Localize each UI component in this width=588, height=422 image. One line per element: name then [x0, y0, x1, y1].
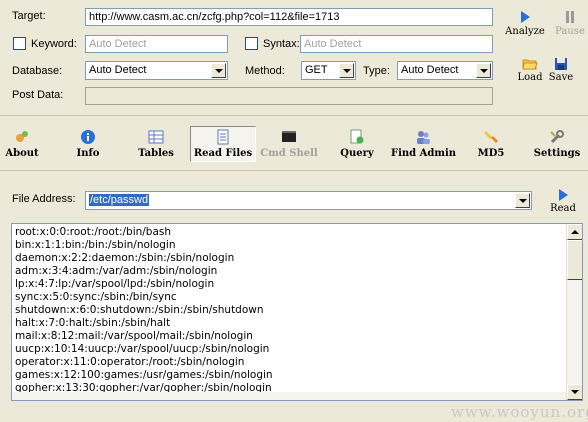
chevron-down-icon[interactable]	[476, 63, 491, 78]
watermark-text: www.wooyun.org	[451, 403, 588, 421]
play-icon	[559, 189, 568, 201]
tab-read-files[interactable]: Read Files	[190, 126, 256, 162]
chevron-down-icon[interactable]	[211, 63, 226, 78]
tab-about[interactable]: About	[2, 129, 42, 159]
toolbar-bottom-divider	[0, 170, 588, 171]
method-label: Method:	[245, 65, 285, 77]
output-line: games:x:12:100:games:/usr/games:/sbin/no…	[15, 369, 273, 381]
output-line: shutdown:x:6:0:shutdown:/sbin:/sbin/shut…	[15, 304, 264, 316]
file-content-lines: root:x:0:0:root:/root:/bin/bash bin:x:1:1…	[12, 224, 582, 400]
post-data-input[interactable]	[85, 87, 493, 105]
target-url-input[interactable]: http://www.casm.ac.cn/zcfg.php?col=112&f…	[85, 8, 493, 26]
file-address-select[interactable]: /etc/passwd	[85, 191, 532, 210]
database-select[interactable]: Auto Detect	[85, 61, 228, 80]
pause-label: Pause	[555, 26, 585, 37]
output-line: lp:x:4:7:lp:/var/spool/lpd:/sbin/nologin	[15, 278, 215, 290]
tab-tables[interactable]: Tables	[134, 129, 178, 159]
tab-settings-label: Settings	[533, 148, 581, 159]
load-label: Load	[517, 72, 543, 83]
save-button[interactable]: Save	[546, 57, 576, 83]
horizontal-scrollbar[interactable]	[12, 392, 566, 400]
tables-icon	[148, 129, 164, 145]
pause-button[interactable]: Pause	[552, 8, 588, 37]
folder-open-icon	[522, 59, 538, 70]
tab-cmd-shell[interactable]: Cmd Shell	[259, 129, 319, 159]
scroll-thumb[interactable]	[567, 240, 582, 280]
tab-info[interactable]: Info	[70, 129, 106, 159]
cmd-shell-icon	[281, 129, 297, 145]
file-address-label: File Address:	[12, 193, 76, 205]
chevron-down-icon[interactable]	[339, 63, 354, 78]
query-icon	[349, 129, 365, 145]
tab-read-files-label: Read Files	[193, 148, 253, 159]
scroll-up-button[interactable]	[567, 224, 582, 240]
analyze-label: Analyze	[505, 26, 545, 37]
tab-find-admin[interactable]: Find Admin	[391, 129, 457, 159]
method-select[interactable]: GET	[301, 61, 356, 80]
syntax-label: Syntax:	[263, 38, 300, 50]
tab-query-label: Query	[340, 148, 374, 159]
database-select-value: Auto Detect	[89, 64, 147, 76]
about-icon	[14, 129, 30, 145]
md5-icon	[483, 129, 499, 145]
output-line: sync:x:5:0:sync:/sbin:/bin/sync	[15, 291, 177, 303]
target-label: Target:	[12, 10, 46, 22]
tab-settings[interactable]: Settings	[530, 129, 584, 159]
keyword-checkbox[interactable]	[13, 37, 26, 50]
type-label: Type:	[363, 65, 390, 77]
output-line: operator:x:11:0:operator:/root:/sbin/nol…	[15, 356, 245, 368]
type-select-value: Auto Detect	[401, 64, 459, 76]
analyze-button[interactable]: Analyze	[503, 8, 547, 37]
file-address-value: /etc/passwd	[89, 194, 150, 206]
floppy-disk-icon	[555, 58, 567, 70]
scroll-down-button[interactable]	[567, 384, 582, 400]
find-admin-icon	[415, 129, 431, 145]
output-line: adm:x:3:4:adm:/var/adm:/sbin/nologin	[15, 265, 218, 277]
output-line: halt:x:7:0:halt:/sbin:/sbin/halt	[15, 317, 171, 329]
keyword-label: Keyword:	[31, 38, 77, 50]
chevron-down-icon[interactable]	[515, 193, 530, 208]
tab-info-label: Info	[76, 148, 100, 159]
play-icon	[521, 11, 530, 23]
tab-md5-label: MD5	[477, 148, 505, 159]
output-line: daemon:x:2:2:daemon:/sbin:/sbin/nologin	[15, 252, 235, 264]
pause-icon	[566, 11, 574, 23]
tab-cmd-shell-label: Cmd Shell	[260, 148, 318, 159]
read-button[interactable]: Read	[548, 188, 578, 214]
output-line: bin:x:1:1:bin:/bin:/sbin/nologin	[15, 239, 176, 251]
tab-find-admin-label: Find Admin	[391, 148, 457, 159]
output-line: mail:x:8:12:mail:/var/spool/mail:/sbin/n…	[15, 330, 253, 342]
tab-tables-label: Tables	[138, 148, 174, 159]
tab-about-label: About	[5, 148, 39, 159]
toolbar-top-divider	[0, 115, 588, 116]
database-label: Database:	[12, 65, 63, 77]
method-select-value: GET	[305, 64, 328, 76]
syntax-checkbox[interactable]	[245, 37, 258, 50]
type-select[interactable]: Auto Detect	[397, 61, 493, 80]
load-button[interactable]: Load	[514, 57, 546, 83]
file-content-output[interactable]: root:x:0:0:root:/root:/bin/bash bin:x:1:1…	[11, 223, 583, 401]
vertical-scrollbar[interactable]	[566, 224, 582, 400]
tab-query[interactable]: Query	[338, 129, 376, 159]
save-label: Save	[548, 72, 574, 83]
syntax-input[interactable]: Auto Detect	[300, 35, 493, 53]
output-line: root:x:0:0:root:/root:/bin/bash	[15, 226, 172, 238]
info-icon	[80, 129, 96, 145]
read-label: Read	[550, 203, 576, 214]
output-line: uucp:x:10:14:uucp:/var/spool/uucp:/sbin/…	[15, 343, 270, 355]
post-data-label: Post Data:	[12, 89, 64, 101]
settings-icon	[549, 129, 565, 145]
tab-md5[interactable]: MD5	[476, 129, 506, 159]
keyword-input[interactable]: Auto Detect	[85, 35, 228, 53]
read-files-icon	[215, 129, 231, 145]
